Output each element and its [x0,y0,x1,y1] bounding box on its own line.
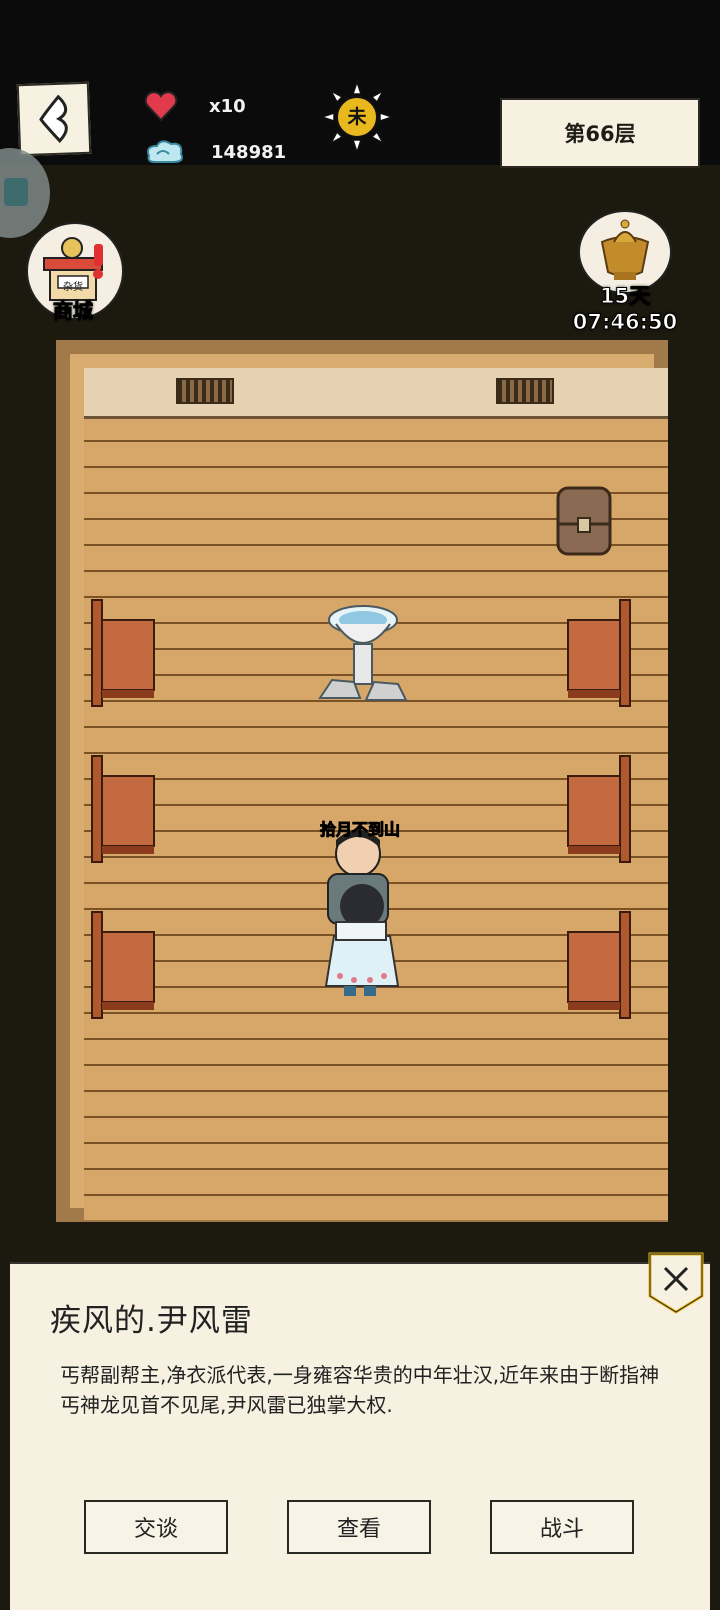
floor-label: 第66层 [564,122,636,146]
shop-sign: 杂货 [63,282,83,293]
chair-left-1 [88,596,160,714]
chair-left-2 [88,752,160,870]
lives-stat: x10 [143,88,246,124]
time-of-day-indicator[interactable]: 未 [319,79,395,155]
back-button[interactable] [16,81,92,157]
chair-icon [567,599,631,707]
wall-vent-right [496,378,554,404]
chair-right-2 [562,752,634,870]
water-fountain[interactable] [310,602,416,712]
wall-vent-left [176,378,234,404]
time-glyph: 未 [347,106,367,128]
coins-stat: 148981 [143,136,286,168]
dialog-description: 丐帮副帮主,净衣派代表,一身雍容华贵的中年壮汉,近年来由于断指神丐神龙见首不见尾… [60,1363,660,1417]
chair-left-3 [88,908,160,1026]
floor-indicator: 第66层 [500,98,700,168]
shop-label: 商城 [53,299,94,324]
coins-count: 148981 [211,141,287,163]
chair-right-1 [562,596,634,714]
cloud-currency-icon [147,140,183,163]
game-room [56,340,668,1222]
back-wall [84,368,668,419]
side-tab-icon [4,178,28,206]
character-sprite [324,830,400,996]
view-button[interactable]: 查看 [287,1500,431,1554]
event-timer: 15天07:46:50 [572,284,678,335]
dialog-title: 疾风的.尹风雷 [50,1303,253,1339]
chair-right-3 [562,908,634,1026]
heart-icon [144,91,178,122]
fight-button[interactable]: 战斗 [490,1500,634,1554]
talk-button[interactable]: 交谈 [84,1500,228,1554]
fountain-icon [318,605,408,701]
chair-icon [567,911,631,1019]
chair-icon [91,911,155,1019]
treasure-chest[interactable] [554,484,614,560]
chest-icon [556,486,612,556]
lives-count: x10 [209,95,246,117]
npc-name-label: 拾月不到山 [319,820,400,840]
back-icon [39,94,68,144]
chair-icon [91,599,155,707]
close-icon [648,1252,704,1314]
npc-character[interactable] [314,826,404,1002]
close-dialog-button[interactable] [646,1250,706,1316]
chair-icon [91,755,155,863]
chair-icon [567,755,631,863]
